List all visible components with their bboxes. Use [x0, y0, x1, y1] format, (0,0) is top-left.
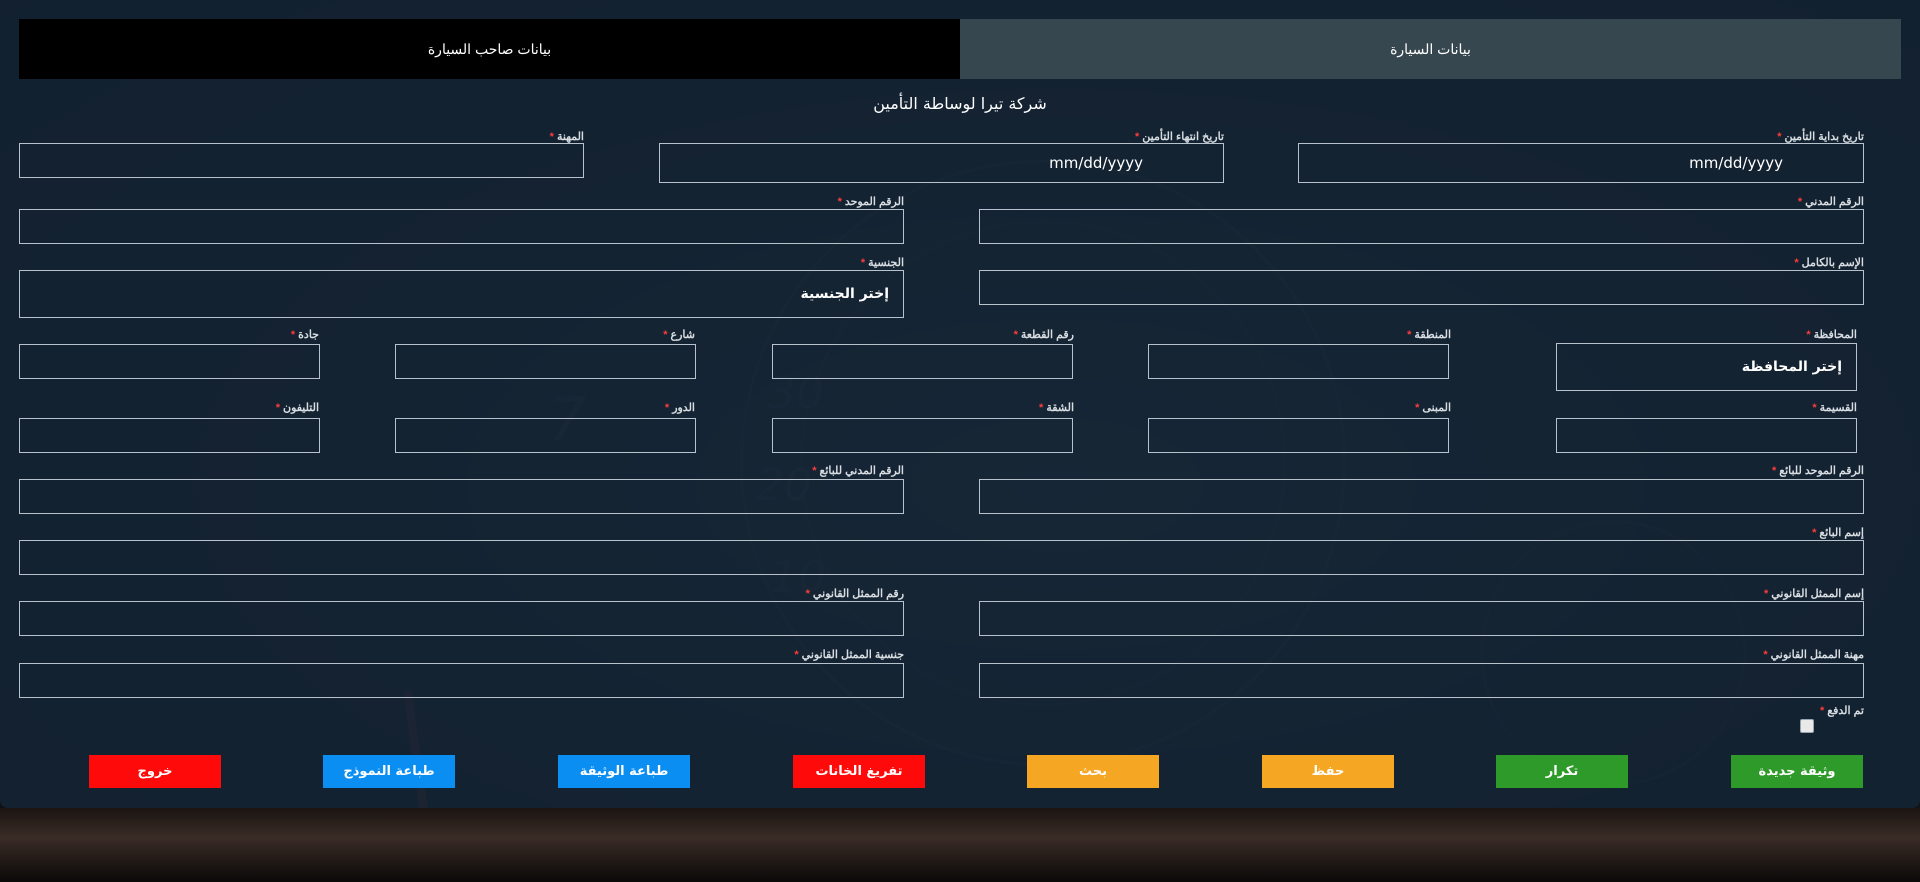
governorate-select[interactable]: إختر المحافظة	[1556, 343, 1857, 391]
insurance-end-date-input[interactable]: mm/dd/yyyy	[659, 143, 1224, 183]
legal-rep-profession-label: مهنة الممثل القانوني*	[1763, 649, 1864, 661]
apartment-input[interactable]	[772, 418, 1073, 453]
building-input[interactable]	[1148, 418, 1449, 453]
legal-rep-nationality-label: جنسية الممثل القانوني*	[794, 649, 904, 661]
legal-rep-nationality-input[interactable]	[19, 663, 904, 698]
unified-number-label: الرقم الموحد*	[837, 196, 904, 208]
plot-input[interactable]	[1556, 418, 1857, 453]
tab-car-data[interactable]: بيانات السيارة	[960, 19, 1901, 79]
phone-label: التليفون*	[275, 402, 319, 414]
street-input[interactable]	[395, 344, 696, 379]
seller-unified-input[interactable]	[979, 479, 1864, 514]
seller-civil-label: الرقم المدني للبائع*	[812, 465, 904, 477]
legal-rep-name-input[interactable]	[979, 601, 1864, 636]
civil-id-input[interactable]	[979, 209, 1864, 244]
profession-label: المهنة*	[549, 131, 584, 143]
legal-rep-profession-input[interactable]	[979, 663, 1864, 698]
street-label: شارع*	[663, 329, 695, 341]
save-button[interactable]: حفظ	[1262, 755, 1394, 788]
tab-bar: بيانات صاحب السيارة بيانات السيارة	[19, 19, 1901, 79]
plot-label: القسيمة*	[1812, 402, 1857, 414]
block-label: رقم القطعة*	[1013, 329, 1074, 341]
legal-rep-number-label: رقم الممثل القانوني*	[805, 588, 904, 600]
phone-input[interactable]	[19, 418, 320, 453]
seller-name-input[interactable]	[19, 540, 1864, 575]
form-panel: بيانات صاحب السيارة بيانات السيارة شركة …	[0, 0, 1920, 808]
unified-number-input[interactable]	[19, 209, 904, 244]
exit-button[interactable]: خروج	[89, 755, 221, 788]
insurance-start-label: تاريخ بداية التأمين*	[1777, 131, 1864, 143]
new-policy-button[interactable]: وثيقة جديدة	[1731, 755, 1863, 788]
print-policy-button[interactable]: طباعة الوثيقة	[558, 755, 690, 788]
seller-civil-input[interactable]	[19, 479, 904, 514]
avenue-label: جادة*	[290, 329, 319, 341]
full-name-label: الإسم بالكامل*	[1794, 257, 1864, 269]
insurance-end-label: تاريخ انتهاء التأمين*	[1135, 131, 1224, 143]
paid-checkbox[interactable]	[1800, 719, 1814, 733]
floor-input[interactable]	[395, 418, 696, 453]
paid-label: تم الدفع*	[1819, 705, 1864, 717]
civil-id-label: الرقم المدني*	[1797, 196, 1864, 208]
clear-fields-button[interactable]: تفريغ الخانات	[793, 755, 925, 788]
legal-rep-name-label: إسم الممثل القانوني*	[1763, 588, 1864, 600]
search-button[interactable]: بحث	[1027, 755, 1159, 788]
avenue-input[interactable]	[19, 344, 320, 379]
nationality-select[interactable]: إختر الجنسية	[19, 270, 904, 318]
area-input[interactable]	[1148, 344, 1449, 379]
seller-name-label: إسم البائع*	[1812, 527, 1864, 539]
floor-label: الدور*	[664, 402, 695, 414]
legal-rep-number-input[interactable]	[19, 601, 904, 636]
governorate-label: المحافظة*	[1806, 329, 1857, 341]
tab-owner-data[interactable]: بيانات صاحب السيارة	[19, 19, 960, 79]
area-label: المنطقة*	[1407, 329, 1451, 341]
print-form-button[interactable]: طباعة النموذج	[323, 755, 455, 788]
insurance-start-date-input[interactable]: mm/dd/yyyy	[1298, 143, 1864, 183]
apartment-label: الشقة*	[1039, 402, 1074, 414]
profession-input[interactable]	[19, 143, 584, 178]
seller-unified-label: الرقم الموحد للبائع*	[1771, 465, 1864, 477]
nationality-label: الجنسية*	[860, 257, 904, 269]
page-title: شركة تيرا لوساطة التأمين	[873, 94, 1047, 113]
full-name-input[interactable]	[979, 270, 1864, 305]
building-label: المبنى*	[1415, 402, 1451, 414]
block-input[interactable]	[772, 344, 1073, 379]
background-dashboard	[0, 808, 1920, 882]
repeat-button[interactable]: تكرار	[1496, 755, 1628, 788]
